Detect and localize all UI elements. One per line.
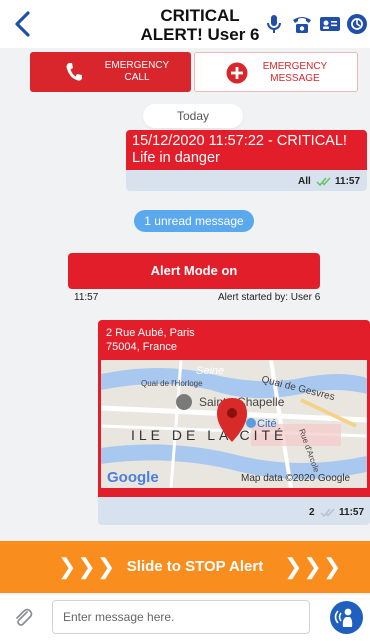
app-header: CRITICAL ALERT! User 6 [0,0,370,48]
back-chevron-icon[interactable] [10,8,38,40]
message-time: 11:57 [335,176,361,187]
date-divider: Today [143,104,243,128]
location-message-time: 11:57 [339,507,365,518]
slide-to-stop-alert[interactable]: ❯❯❯ Slide to STOP Alert ❯❯❯ [0,541,370,593]
microphone-icon[interactable] [262,12,286,36]
unread-badge[interactable]: 1 unread message [134,210,254,232]
double-check-icon [316,177,331,187]
google-logo: Google [107,469,159,486]
address-line-2: 75004, France [106,341,177,353]
address-line-1: 2 Rue Aubé, Paris [106,327,195,339]
slide-label: Slide to STOP Alert [126,558,264,575]
read-count: 2 [309,507,315,518]
message-text-line-1: 15/12/2020 11:57:22 - CRITICAL! [132,133,347,149]
emergency-call-label-1: EMERGENCY [104,60,170,71]
location-message-bubble[interactable]: 2 Rue Aubé, Paris 75004, France Seine Qu… [98,320,370,525]
map-credit: Map data ©2020 Google [241,473,351,484]
alert-status-icon[interactable] [345,12,369,36]
emergency-call-button[interactable]: EMERGENCY CALL [30,52,191,92]
location-address: 2 Rue Aubé, Paris 75004, France [106,326,195,354]
voice-icon [334,608,353,627]
message-input[interactable] [52,600,310,634]
map-label-quai-horloge: Quai de l'Horloge [141,379,203,388]
map-label-ile: ILE DE LA CITÉ [131,427,287,443]
alert-started-by: Alert started by: User 6 [218,292,321,303]
double-check-icon [320,508,335,518]
location-card: 2 Rue Aubé, Paris 75004, France Seine Qu… [98,320,370,497]
title-line-2: ALERT! User 6 [140,25,260,44]
emergency-message-label-2: MESSAGE [270,73,320,84]
voice-button[interactable] [330,601,363,634]
message-recipients: All [298,176,311,187]
message-plus-icon [226,62,248,84]
alert-mode-time: 11:57 [74,292,99,303]
page-title: CRITICAL ALERT! User 6 [130,6,270,44]
group-call-icon[interactable] [290,12,314,36]
message-bubble[interactable]: 15/12/2020 11:57:22 - CRITICAL! Life in … [126,130,367,191]
title-line-1: CRITICAL [160,6,240,25]
message-text: 15/12/2020 11:57:22 - CRITICAL! Life in … [126,130,367,170]
alert-mode-banner: Alert Mode on [68,253,320,289]
phone-icon [66,63,82,81]
chevrons-left-icon: ❯❯❯ [58,554,117,579]
map-label-seine: Seine [196,365,224,377]
paperclip-icon[interactable] [12,607,34,629]
message-text-line-2: Life in danger [132,150,220,166]
emergency-call-label-2: CALL [124,72,150,83]
composer-bar [0,595,370,641]
location-map[interactable]: Seine Quai de Gesvres Quai de l'Horloge … [101,360,367,488]
emergency-message-label-1: EMERGENCY [262,61,328,72]
chevrons-right-icon: ❯❯❯ [284,554,343,579]
contact-card-icon[interactable] [318,12,342,36]
emergency-message-button[interactable]: EMERGENCY MESSAGE [194,52,358,92]
